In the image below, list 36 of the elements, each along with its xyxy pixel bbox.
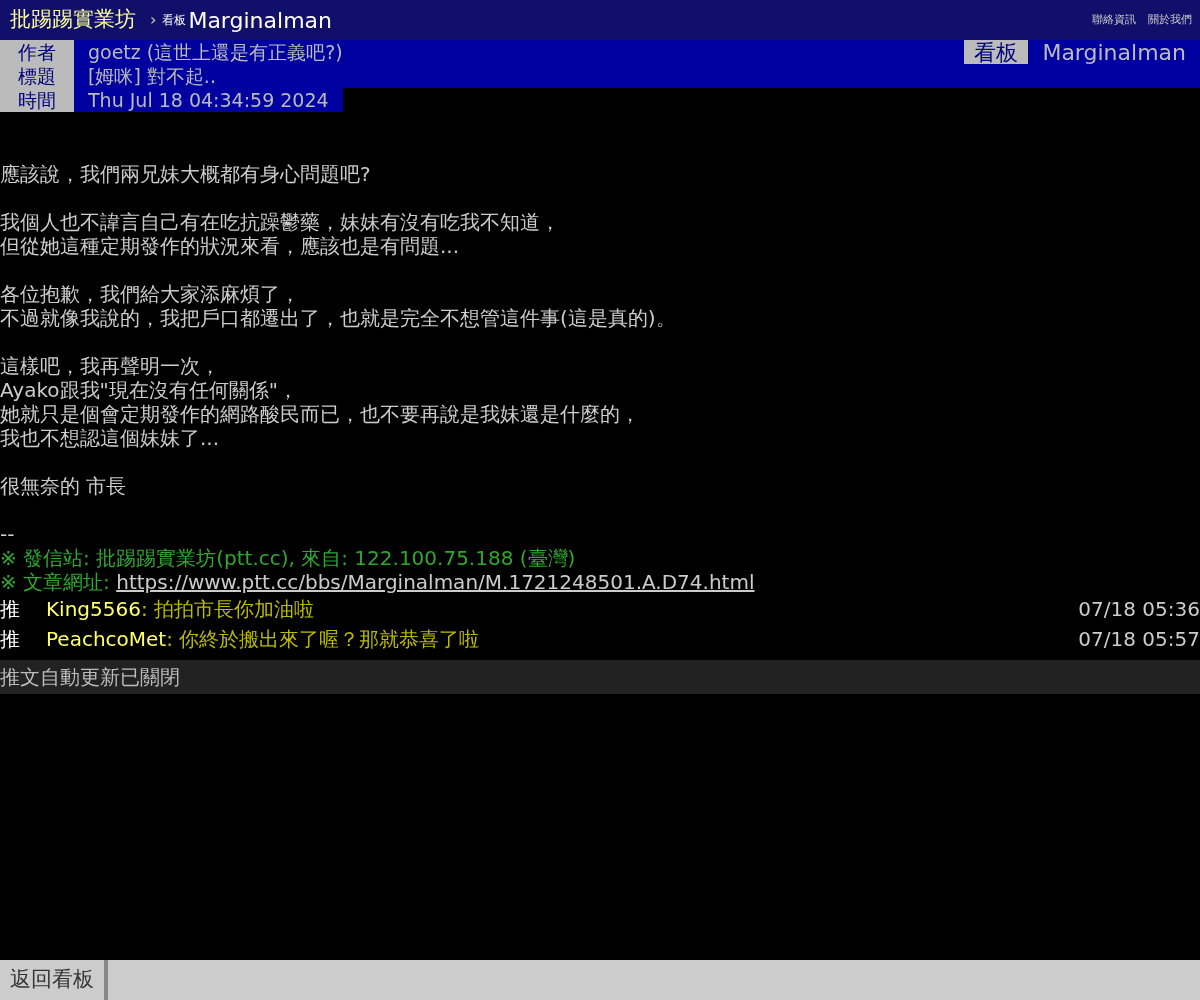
article-text: 但從她這種定期發作的狀況來看，應該也是有問題... <box>0 234 461 258</box>
push-tag: 推 <box>0 624 46 654</box>
board-link[interactable]: Marginalman <box>188 3 332 37</box>
meta-label: 作者 <box>0 40 74 64</box>
push-content: : 拍拍市長你加油啦 <box>140 596 315 623</box>
article-text: 不過就像我說的，我把戶口都遷出了，也就是完全不想管這件事(這是真的)。 <box>0 306 677 330</box>
article-text: 各位抱歉，我們給大家添麻煩了， <box>0 282 301 306</box>
article-text: -- <box>0 522 16 546</box>
site-logo-link[interactable]: 批踢踢實業坊 <box>10 4 136 36</box>
push-user: King5566 <box>46 596 141 623</box>
article-text: Ayako跟我"現在沒有任何關係"， <box>0 378 299 402</box>
push-user: PeachcoMet <box>46 626 167 653</box>
meta-value: Thu Jul 18 04:34:59 2024 <box>74 88 343 112</box>
board-label: 看板 <box>162 12 187 29</box>
push-content: : 你終於搬出來了喔？那就恭喜了啦 <box>166 626 480 653</box>
article-text: 我也不想認這個妹妹了... <box>0 426 221 450</box>
article-url-link[interactable]: https://www.ptt.cc/bbs/Marginalman/M.1721248501.A.D74.html <box>116 570 755 594</box>
article-text: 這樣吧，我再聲明一次， <box>0 354 221 378</box>
board-tag-value: Marginalman <box>1041 40 1187 66</box>
article-url-label: ※ 文章網址: <box>0 570 111 594</box>
signature-line: ※ 發信站: 批踢踢實業坊(ptt.cc), 來自: 122.100.75.188 (臺灣) <box>0 546 577 570</box>
status-bar: 推文自動更新已關閉 <box>0 660 1200 694</box>
top-link[interactable]: 聯絡資訊 <box>1092 11 1136 29</box>
article-text: 很無奈的 市長 <box>0 474 128 498</box>
meta-label: 標題 <box>0 64 74 88</box>
board-tag-label: 看板 <box>964 40 1029 66</box>
meta-value: [姆咪] 對不起.. <box>74 64 1200 88</box>
top-link[interactable]: 關於我們 <box>1148 11 1192 29</box>
article-text: 我個人也不諱言自己有在吃抗躁鬱藥，妹妹有沒有吃我不知道， <box>0 210 561 234</box>
push-time: 07/18 05:36 <box>1078 596 1200 623</box>
article-text: 她就只是個會定期發作的網路酸民而已，也不要再說是我妹還是什麼的， <box>0 402 641 426</box>
push-time: 07/18 05:57 <box>1078 626 1200 653</box>
breadcrumb-separator: › <box>150 9 157 31</box>
push-tag: 推 <box>0 594 46 624</box>
meta-label: 時間 <box>0 88 74 112</box>
article-text: 應該說，我們兩兄妹大概都有身心問題吧? <box>0 162 372 186</box>
